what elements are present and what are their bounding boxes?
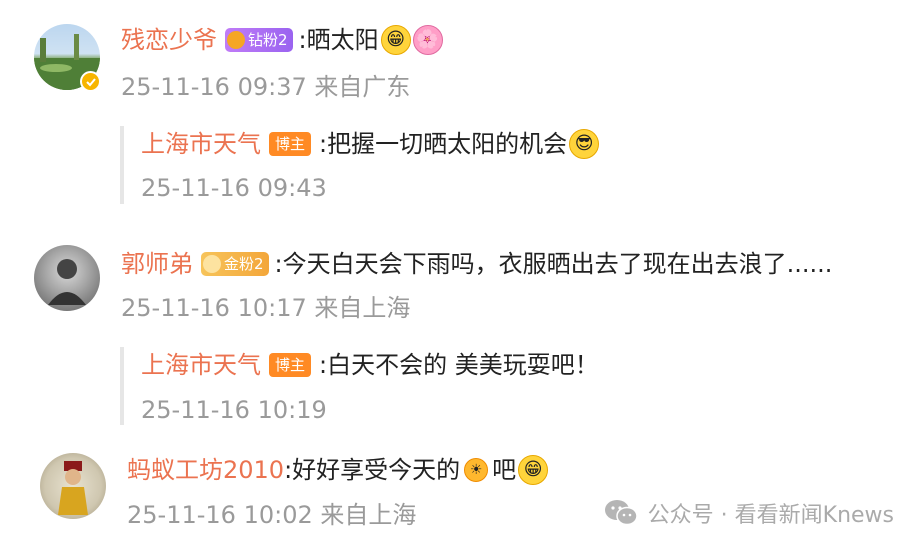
avatar[interactable] xyxy=(40,453,106,519)
separator: : xyxy=(319,130,328,158)
comment-header: 蚂蚁工坊2010 : 好好享受今天的 ☀ 吧 😁 xyxy=(127,454,549,486)
separator: : xyxy=(319,351,328,379)
comment-text: 今天白天会下雨吗，衣服晒出去了现在出去浪了...... xyxy=(282,250,833,278)
reply-meta: 25-11-16 09:43 xyxy=(141,174,327,202)
reply-indent-bar xyxy=(120,126,124,204)
sunglasses-emoji-icon: 😎 xyxy=(569,129,600,159)
verified-badge-icon xyxy=(80,71,101,92)
comment-meta: 25-11-16 10:02 来自上海 xyxy=(127,501,417,529)
username-link[interactable]: 残恋少爷 xyxy=(121,24,217,56)
reply-header: 上海市天气 博主 : 把握一切晒太阳的机会 😎 xyxy=(141,128,600,160)
reply-text: 把握一切晒太阳的机会 xyxy=(327,130,568,158)
comment-text: 好好享受今天的 xyxy=(292,456,461,484)
crown-icon xyxy=(227,31,245,49)
username-link[interactable]: 郭师弟 xyxy=(121,248,193,280)
reply-text: 白天不会的 美美玩耍吧！ xyxy=(327,351,599,379)
sun-emoji-icon: ☀ xyxy=(464,458,489,482)
separator: : xyxy=(274,250,283,278)
comment-header: 残恋少爷 钻粉2 : 晒太阳 😁 🌸 xyxy=(121,24,443,56)
separator: : xyxy=(284,456,293,484)
person-avatar-image xyxy=(48,259,86,305)
flower-emoji-icon: 🌸 xyxy=(412,25,443,55)
watermark-text: 公众号 · 看看新闻Knews xyxy=(647,503,894,528)
host-badge: 博主 xyxy=(269,353,312,377)
reply-meta: 25-11-16 10:19 xyxy=(141,396,327,424)
avatar[interactable] xyxy=(34,245,100,311)
fan-level-badge[interactable]: 金粉2 xyxy=(201,252,269,276)
grin-emoji-icon: 😁 xyxy=(380,25,411,55)
comment-meta: 25-11-16 10:17 来自上海 xyxy=(121,294,411,322)
crown-icon xyxy=(203,255,221,273)
host-badge: 博主 xyxy=(269,132,312,156)
comment-meta: 25-11-16 09:37 来自广东 xyxy=(121,73,411,101)
username-link[interactable]: 上海市天气 xyxy=(141,349,261,381)
figure-avatar-image xyxy=(58,461,88,515)
username-link[interactable]: 上海市天气 xyxy=(141,128,261,160)
fan-level-badge[interactable]: 钻粉2 xyxy=(225,28,293,52)
comment-text: 晒太阳 xyxy=(306,26,379,54)
grin-emoji-icon: 😁 xyxy=(518,455,549,485)
comment-text-suffix: 吧 xyxy=(492,456,517,484)
separator: : xyxy=(298,26,307,54)
comment-header: 郭师弟 金粉2 : 今天白天会下雨吗，衣服晒出去了现在出去浪了...... xyxy=(121,248,832,280)
wechat-icon xyxy=(604,499,638,527)
watermark: 公众号 · 看看新闻Knews xyxy=(604,497,894,529)
reply-header: 上海市天气 博主 : 白天不会的 美美玩耍吧！ xyxy=(141,349,599,381)
username-link[interactable]: 蚂蚁工坊2010 xyxy=(127,454,284,486)
reply-indent-bar xyxy=(120,347,124,425)
